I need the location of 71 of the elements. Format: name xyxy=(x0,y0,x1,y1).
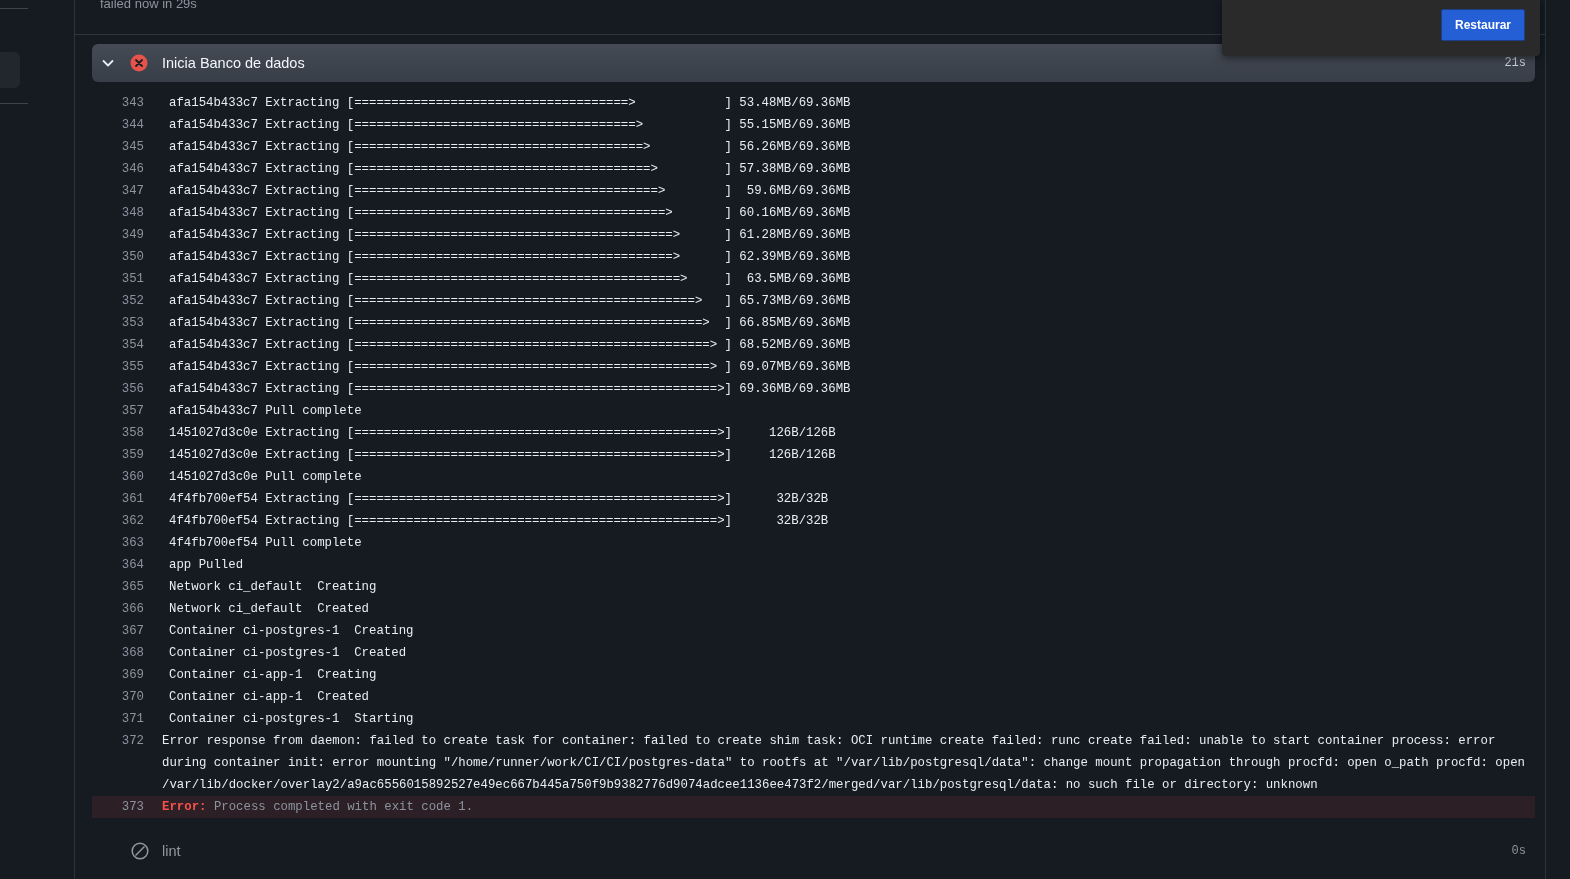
line-number: 356 xyxy=(120,381,145,398)
line-number: 350 xyxy=(120,249,145,266)
log-line: afa154b433c7 Pull complete xyxy=(168,403,362,420)
log-line: afa154b433c7 Extracting [=====================================> ] 53.48MB/69.36MB xyxy=(168,95,851,112)
line-number: 360 xyxy=(120,469,145,486)
line-number: 369 xyxy=(120,667,145,684)
skipped-icon xyxy=(131,842,149,860)
step-title: lint xyxy=(162,843,181,859)
line-number: 365 xyxy=(120,579,145,596)
log-line: Container ci-postgres-1 Creating xyxy=(168,623,414,640)
log-line: app Pulled xyxy=(168,557,244,574)
log-line: 4f4fb700ef54 Pull complete xyxy=(168,535,362,552)
line-number: 348 xyxy=(120,205,145,222)
line-number: 351 xyxy=(120,271,145,288)
log-line: afa154b433c7 Extracting [=================================================>] 69.36MB/69.36MB xyxy=(168,381,851,398)
log-line: 1451027d3c0e Extracting [=================================================>] 126B/126B xyxy=(168,425,836,442)
log-line: afa154b433c7 Extracting [==============================================> ] 65.73MB/69.36MB xyxy=(168,293,851,310)
log-line: afa154b433c7 Extracting [===========================================> ] 61.28MB/69.36MB xyxy=(168,227,851,244)
line-number: 372 xyxy=(120,733,145,750)
log-line: afa154b433c7 Extracting [================================================> ] 69.07MB/69.36MB xyxy=(168,359,851,376)
line-number: 373 xyxy=(120,799,145,816)
step-duration: 0s xyxy=(1511,844,1526,858)
log-line: Container ci-postgres-1 Created xyxy=(168,645,407,662)
line-number: 363 xyxy=(120,535,145,552)
line-number: 343 xyxy=(120,95,145,112)
log-line: Error: Process completed with exit code 1. xyxy=(162,799,474,816)
line-number: 354 xyxy=(120,337,145,354)
line-number: 370 xyxy=(120,689,145,706)
log-line: afa154b433c7 Extracting [===============================================> ] 66.85MB/69.36MB xyxy=(168,315,851,332)
line-number: 352 xyxy=(120,293,145,310)
log-line: 4f4fb700ef54 Extracting [=================================================>] 32B/32B xyxy=(168,513,829,530)
log-line: afa154b433c7 Extracting [================================================> ] 68.52MB/69.36MB xyxy=(168,337,851,354)
log-line: Network ci_default Creating xyxy=(168,579,377,596)
line-number: 361 xyxy=(120,491,145,508)
log-line: 1451027d3c0e Pull complete xyxy=(168,469,362,486)
log-line: afa154b433c7 Extracting [=======================================> ] 56.26MB/69.36MB xyxy=(168,139,851,156)
step-duration: 21s xyxy=(1504,56,1526,70)
line-number: 349 xyxy=(120,227,145,244)
log-line: Container ci-postgres-1 Starting xyxy=(168,711,414,728)
line-number: 345 xyxy=(120,139,145,156)
log-line: afa154b433c7 Extracting [=========================================> ] 59.6MB/69.36MB xyxy=(168,183,851,200)
log-line: Error response from daemon: failed to create task for container: failed to create shim task: OCI runtime create failed: runc create failed: unable to start container process: error during container init: error mounting "/home/runner/work/CI/CI/postgres-data" to rootfs at "/var/lib/postgresql/data": change mount propagation through procfd: open o_path procfd: open /var/lib/docker/overlay2/a9ac6556015892527e49ec667b445a750f9b9382776d9074adcee1136ee473f2/merged/var/lib/postgresql/data: no such file or directory: unknown xyxy=(162,733,1526,794)
line-number: 368 xyxy=(120,645,145,662)
line-number: 344 xyxy=(120,117,145,134)
line-number: 355 xyxy=(120,359,145,376)
line-number: 367 xyxy=(120,623,145,640)
step-header[interactable]: Inicia Banco de dados 21s xyxy=(92,44,1535,82)
log-line: Network ci_default Created xyxy=(168,601,369,618)
log-line: 1451027d3c0e Extracting [=================================================>] 126B/126B xyxy=(168,447,836,464)
log-line: 4f4fb700ef54 Extracting [=================================================>] 32B/32B xyxy=(168,491,829,508)
error-icon xyxy=(130,54,148,72)
line-number: 364 xyxy=(120,557,145,574)
line-number: 353 xyxy=(120,315,145,332)
line-number: 357 xyxy=(120,403,145,420)
log-line: afa154b433c7 Extracting [============================================> ] 63.5MB/69.36MB xyxy=(168,271,851,288)
step-row[interactable]: lint 0s xyxy=(92,832,1535,870)
log-line: Container ci-app-1 Created xyxy=(168,689,369,706)
line-number: 346 xyxy=(120,161,145,178)
line-number: 362 xyxy=(120,513,145,530)
line-number: 358 xyxy=(120,425,145,442)
step-title: Inicia Banco de dados xyxy=(162,55,305,71)
restore-button[interactable]: Restaurar xyxy=(1441,9,1525,41)
log-line: afa154b433c7 Extracting [========================================> ] 57.38MB/69.36MB xyxy=(168,161,851,178)
line-number: 371 xyxy=(120,711,145,728)
log-line: Container ci-app-1 Creating xyxy=(168,667,377,684)
log-line: afa154b433c7 Extracting [==========================================> ] 60.16MB/69.36MB xyxy=(168,205,851,222)
line-number: 359 xyxy=(120,447,145,464)
line-number: 366 xyxy=(120,601,145,618)
line-number: 347 xyxy=(120,183,145,200)
log-line: afa154b433c7 Extracting [===========================================> ] 62.39MB/69.36MB xyxy=(168,249,851,266)
log-line: afa154b433c7 Extracting [======================================> ] 55.15MB/69.36MB xyxy=(168,117,851,134)
